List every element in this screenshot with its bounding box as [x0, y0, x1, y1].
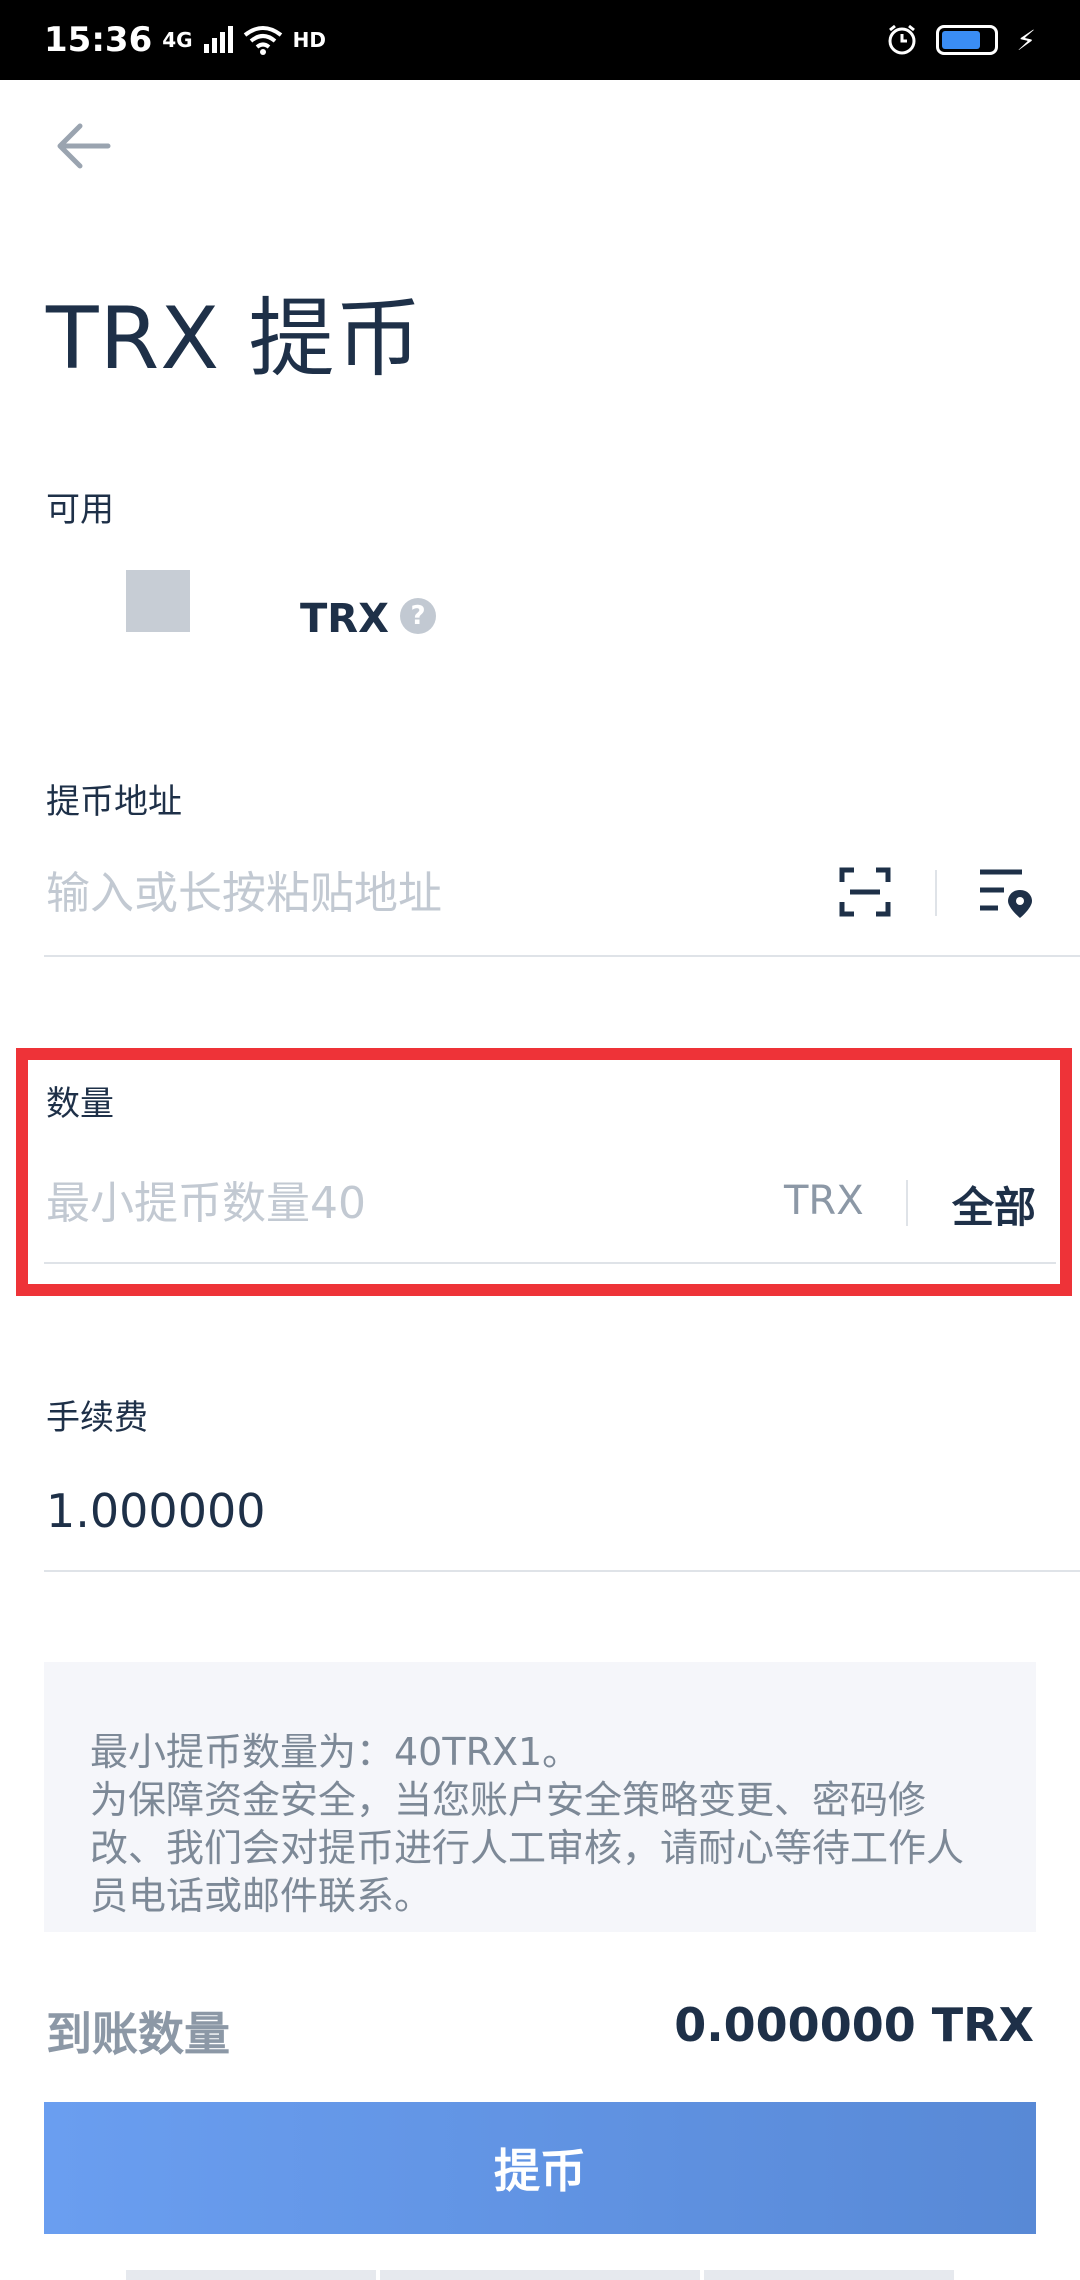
- bottom-bar-segment: [126, 2270, 376, 2280]
- amount-unit: TRX: [784, 1178, 864, 1224]
- fee-label: 手续费: [46, 1398, 148, 1438]
- address-label: 提币地址: [46, 782, 182, 822]
- address-divider: [935, 870, 937, 916]
- address-underline: [44, 955, 1080, 957]
- available-amount-mask: [126, 570, 190, 632]
- receive-label: 到账数量: [46, 2007, 230, 2061]
- amount-underline: [44, 1262, 1056, 1264]
- wifi-icon: [243, 26, 282, 55]
- withdraw-button[interactable]: 提币: [44, 2102, 1036, 2234]
- page-title: TRX 提币: [46, 289, 423, 389]
- address-book-icon[interactable]: [978, 866, 1034, 920]
- status-left: 15:36 4G HD: [44, 20, 326, 60]
- signal-icon: [203, 26, 233, 53]
- status-right: ⚡: [886, 24, 1036, 57]
- alarm-icon: [888, 24, 916, 55]
- network-type: 4G: [162, 28, 193, 52]
- all-amount-button[interactable]: 全部: [952, 1174, 1036, 1235]
- charging-icon: ⚡: [1016, 23, 1036, 57]
- fee-underline: [44, 1570, 1080, 1572]
- status-bar: 15:36 4G HD ⚡: [0, 0, 1080, 80]
- bottom-bar-segment: [380, 2270, 700, 2280]
- notice-line: 为保障资金安全，当您账户安全策略变更、密码修改、我们会对提币进行人工审核，请耐心…: [90, 1778, 965, 1918]
- address-input[interactable]: [46, 862, 806, 924]
- fee-value: 1.000000: [46, 1484, 266, 1538]
- scan-icon[interactable]: [838, 866, 892, 918]
- bottom-bar-segment: [704, 2270, 954, 2280]
- help-icon[interactable]: ?: [400, 598, 436, 634]
- notice-line: 最小提币数量为：40TRX1。: [90, 1730, 581, 1774]
- withdraw-notice: 最小提币数量为：40TRX1。 为保障资金安全，当您账户安全策略变更、密码修改、…: [44, 1662, 1036, 1932]
- status-time: 15:36: [44, 20, 153, 60]
- available-unit: TRX: [300, 596, 389, 642]
- receive-value: 0.000000 TRX: [674, 1998, 1034, 2052]
- battery-fill: [942, 31, 980, 49]
- arrow-left-icon[interactable]: [52, 118, 116, 174]
- amount-input[interactable]: [46, 1172, 746, 1234]
- hd-indicator: HD: [292, 28, 326, 52]
- battery-icon: [936, 25, 999, 55]
- amount-label: 数量: [46, 1084, 114, 1124]
- available-label: 可用: [46, 490, 114, 530]
- amount-divider: [906, 1180, 908, 1226]
